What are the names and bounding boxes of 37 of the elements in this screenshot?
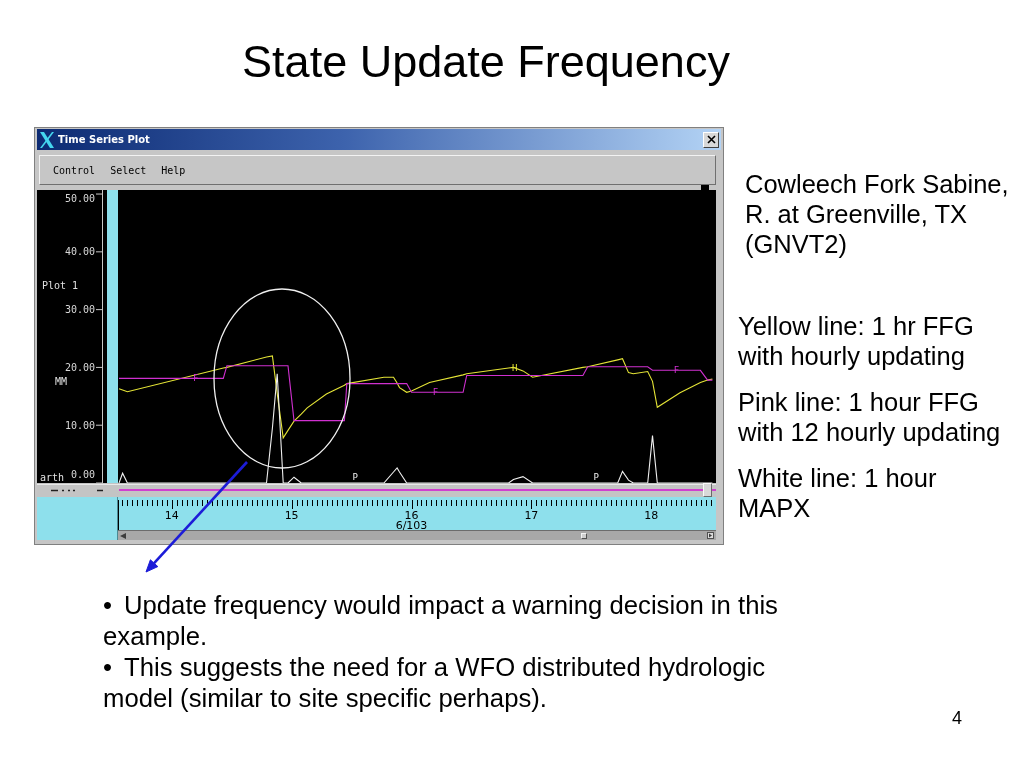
plot-label: Plot 1	[42, 279, 79, 291]
station-label: arth	[40, 471, 65, 483]
axis-tick-label: 14	[164, 508, 179, 522]
right-arrow-icon[interactable]	[707, 532, 714, 539]
unit-label: MM	[55, 375, 68, 387]
left-arrow-icon[interactable]	[120, 532, 126, 539]
slide-title: State Update Frequency	[242, 37, 730, 87]
horizontal-scrollbar[interactable]	[118, 530, 716, 540]
axis-tick-label: 30.00	[64, 304, 95, 316]
point-label: F	[432, 387, 439, 398]
menu-item[interactable]: Help	[161, 164, 186, 176]
point-label: F	[673, 365, 680, 376]
close-icon	[706, 135, 716, 144]
page-number: 4	[952, 708, 962, 728]
close-button[interactable]	[703, 131, 719, 148]
point-label: P	[593, 472, 599, 482]
axis-tick-label: 0.00	[70, 468, 95, 480]
station-text: Cowleech Fork Sabine, R. at Greenville, TX (GNVT2)	[745, 169, 1009, 259]
axis-tick-label: 10.00	[64, 419, 95, 431]
menu-item[interactable]: Select	[110, 164, 147, 176]
scroll-thumb[interactable]	[581, 532, 587, 539]
bullet-text: • This suggests the need for a WFO distributed hydrologic model (similar to site specific perhaps).	[103, 652, 767, 714]
axis-tick-label: 20.00	[64, 361, 95, 373]
menu-item[interactable]: Control	[53, 164, 96, 176]
axis-tick-label: 40.00	[64, 246, 95, 258]
axis-tick-label: 50.00	[64, 192, 95, 204]
slider-handle[interactable]	[703, 483, 712, 497]
x-logo-icon	[39, 130, 55, 149]
bullet-text: • Update frequency would impact a warning decision in this example.	[103, 590, 779, 652]
window-title: Time Series Plot	[58, 134, 151, 145]
point-label: P	[352, 472, 358, 482]
axis-tick-label: 17	[524, 508, 539, 522]
legend-text: Pink line: 1 hour FFG with 12 hourly updating	[738, 387, 1001, 447]
legend-text: White line: 1 hour MAPX	[738, 463, 937, 523]
axis-tick-label: 18	[644, 508, 659, 522]
legend-text: Yellow line: 1 hr FFG with hourly updating	[738, 311, 974, 371]
axis-tick-label: 15	[284, 508, 299, 522]
